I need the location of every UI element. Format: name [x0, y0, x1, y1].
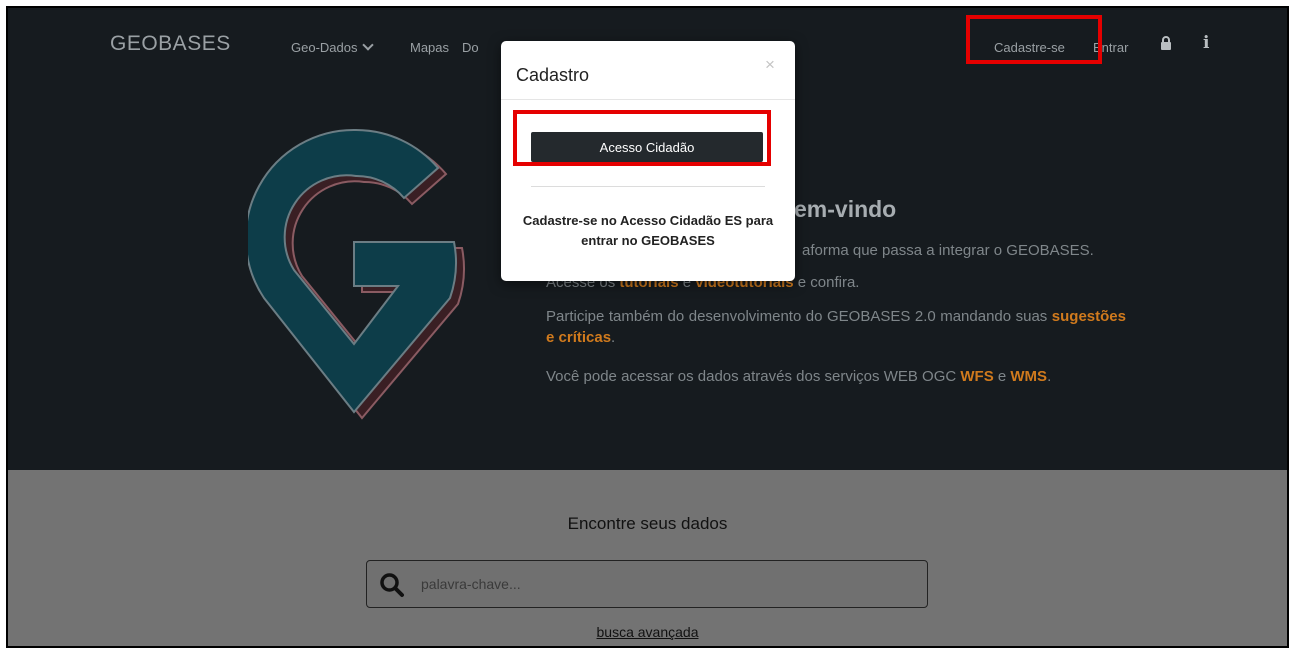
search-title: Encontre seus dados: [567, 514, 728, 533]
nav-mapas[interactable]: Mapas: [410, 40, 449, 55]
chevron-down-icon: [362, 39, 375, 51]
brand-logo-text[interactable]: GEOBASES: [110, 32, 231, 56]
page-frame: GEOBASES Geo-Dados Mapas Do Cadastre-se …: [6, 6, 1289, 648]
nav-geo-dados-label: Geo-Dados: [291, 40, 358, 55]
modal-divider: [531, 186, 765, 187]
modal-header-divider: [501, 99, 795, 100]
info-icon[interactable]: i: [1203, 33, 1209, 53]
hero-line-3-end: .: [611, 329, 616, 346]
hero-text-line-4: Você pode acessar os dados através dos s…: [546, 366, 1126, 387]
modal-title: Cadastro: [516, 65, 590, 85]
lock-icon[interactable]: [1160, 36, 1172, 53]
search-section: Encontre seus dados busca avançada: [8, 470, 1287, 646]
search-box[interactable]: [366, 560, 928, 608]
hero-text-line-3: Participe também do desenvolvimento do G…: [546, 306, 1126, 348]
hero-line-1-text: aforma que passa a integrar o GEOBASES.: [802, 242, 1094, 259]
wms-link[interactable]: WMS: [1010, 368, 1047, 385]
hero-line-4-mid: e: [993, 368, 1011, 385]
hero-line-4-text: Você pode acessar os dados através dos s…: [546, 368, 961, 385]
hero-line-3-text: Participe também do desenvolvimento do G…: [546, 308, 1052, 325]
nav-cadastre-se[interactable]: Cadastre-se: [994, 40, 1065, 55]
nav-documentos[interactable]: Do: [462, 40, 479, 55]
acesso-cidadao-button[interactable]: Acesso Cidadão: [531, 132, 763, 162]
advanced-search-link[interactable]: busca avançada: [8, 624, 1287, 640]
search-input[interactable]: [421, 571, 911, 597]
nav-entrar[interactable]: Entrar: [1093, 40, 1128, 55]
hero-text-line-1: aforma que passa a integrar o GEOBASES.: [802, 240, 1132, 261]
hero-line-4-end: .: [1047, 368, 1052, 385]
close-icon[interactable]: ×: [765, 55, 775, 75]
modal-description: Cadastre-se no Acesso Cidadão ES para en…: [522, 213, 774, 248]
cadastro-modal: Cadastro × Acesso Cidadão Cadastre-se no…: [501, 41, 795, 281]
wfs-link[interactable]: WFS: [960, 368, 993, 385]
geobases-logo-icon: [244, 120, 478, 425]
welcome-heading: em-vindo: [794, 196, 897, 222]
hero-line-2-suffix: e confira.: [793, 274, 860, 291]
search-icon: [379, 572, 405, 603]
nav-geo-dados[interactable]: Geo-Dados: [291, 39, 375, 55]
